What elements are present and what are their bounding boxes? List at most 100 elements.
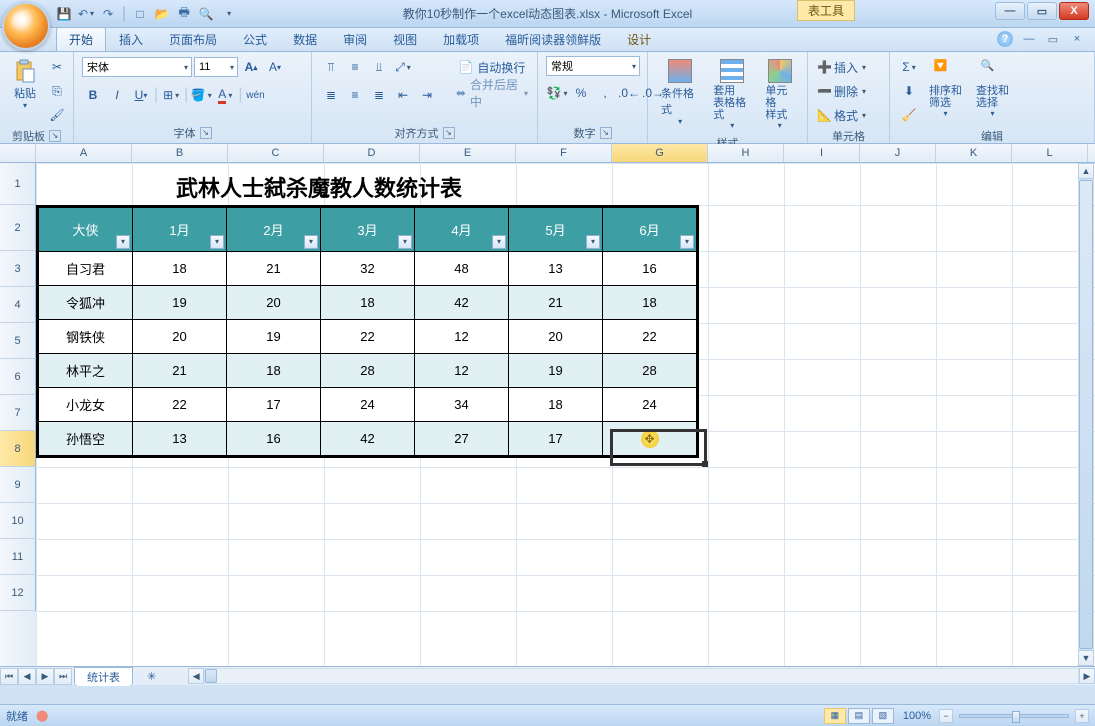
col-header-B[interactable]: B: [132, 144, 228, 162]
zoom-level[interactable]: 100%: [903, 710, 931, 722]
underline-icon[interactable]: U▾: [130, 84, 152, 106]
col-header-E[interactable]: E: [420, 144, 516, 162]
filter-icon[interactable]: ▾: [210, 235, 224, 249]
tab-页面布局[interactable]: 页面布局: [156, 27, 230, 51]
table-header[interactable]: 2月▾: [227, 208, 321, 252]
tab-加载项[interactable]: 加载项: [430, 27, 492, 51]
align-left-icon[interactable]: ≣: [320, 84, 342, 106]
zoom-slider[interactable]: [959, 714, 1069, 718]
table-header[interactable]: 大侠▾: [39, 208, 133, 252]
table-cell[interactable]: 18: [509, 388, 603, 422]
qat-preview-icon[interactable]: 🔍: [198, 6, 214, 22]
table-cell[interactable]: 18: [603, 286, 697, 320]
table-cell[interactable]: 17: [227, 388, 321, 422]
row-header-12[interactable]: 12: [0, 575, 36, 611]
format-cells-button[interactable]: 📐 格式: [816, 104, 867, 126]
delete-cells-button[interactable]: ➖ 删除: [816, 80, 867, 102]
zoom-knob[interactable]: [1012, 711, 1020, 723]
insert-cells-button[interactable]: ➕ 插入: [816, 56, 867, 78]
doc-restore-icon[interactable]: ▭: [1045, 31, 1061, 47]
conditional-format-button[interactable]: 条件格式▾: [656, 56, 704, 129]
hscroll-thumb[interactable]: [205, 669, 217, 683]
align-middle-icon[interactable]: ≡: [344, 56, 366, 78]
filter-icon[interactable]: ▾: [398, 235, 412, 249]
number-format-combo[interactable]: 常规: [546, 56, 640, 76]
font-color-icon[interactable]: A: [214, 84, 236, 106]
view-normal-icon[interactable]: ▦: [824, 708, 846, 724]
office-button[interactable]: [2, 2, 50, 50]
table-cell[interactable]: 28: [321, 354, 415, 388]
vscroll-down-icon[interactable]: ▼: [1078, 650, 1094, 666]
table-cell[interactable]: 令狐冲: [39, 286, 133, 320]
col-header-H[interactable]: H: [708, 144, 784, 162]
copy-icon[interactable]: ⎘: [46, 80, 68, 102]
indent-inc-icon[interactable]: ⇥: [416, 84, 438, 106]
table-header[interactable]: 3月▾: [321, 208, 415, 252]
col-header-K[interactable]: K: [936, 144, 1012, 162]
clipboard-dialog-icon[interactable]: ↘: [49, 130, 61, 142]
borders-icon[interactable]: ⊞: [160, 84, 182, 106]
sheet-nav-next-icon[interactable]: ▶: [36, 668, 54, 685]
orientation-icon[interactable]: ⤢: [392, 56, 414, 78]
filter-icon[interactable]: ▾: [492, 235, 506, 249]
table-cell[interactable]: 42: [415, 286, 509, 320]
italic-icon[interactable]: I: [106, 84, 128, 106]
table-header[interactable]: 6月▾: [603, 208, 697, 252]
tab-插入[interactable]: 插入: [106, 27, 156, 51]
table-cell[interactable]: 42: [321, 422, 415, 456]
table-cell[interactable]: 48: [415, 252, 509, 286]
format-as-table-button[interactable]: 套用 表格格式▾: [708, 56, 756, 133]
col-header-J[interactable]: J: [860, 144, 936, 162]
row-header-11[interactable]: 11: [0, 539, 36, 575]
vscroll-thumb[interactable]: [1079, 180, 1093, 649]
sheet-tab[interactable]: 统计表: [74, 667, 133, 686]
align-bottom-icon[interactable]: ⫫: [368, 56, 390, 78]
align-dialog-icon[interactable]: ↘: [443, 127, 455, 139]
window-close-button[interactable]: X: [1059, 2, 1089, 20]
table-cell[interactable]: 20: [509, 320, 603, 354]
accounting-icon[interactable]: 💱: [546, 82, 568, 104]
cut-icon[interactable]: ✂: [46, 56, 68, 78]
table-cell[interactable]: 34: [415, 388, 509, 422]
doc-minimize-icon[interactable]: —: [1021, 31, 1037, 47]
row-header-2[interactable]: 2: [0, 205, 36, 251]
help-icon[interactable]: ?: [997, 31, 1013, 47]
col-header-I[interactable]: I: [784, 144, 860, 162]
row-header-4[interactable]: 4: [0, 287, 36, 323]
comma-icon[interactable]: ,: [594, 82, 616, 104]
sheet-nav-first-icon[interactable]: ⏮: [0, 668, 18, 685]
paste-button[interactable]: 粘贴▾: [8, 56, 42, 113]
table-cell[interactable]: 32: [321, 252, 415, 286]
align-top-icon[interactable]: ⫪: [320, 56, 342, 78]
number-dialog-icon[interactable]: ↘: [600, 127, 612, 139]
grow-font-icon[interactable]: A▴: [240, 56, 262, 78]
filter-icon[interactable]: ▾: [680, 235, 694, 249]
table-cell[interactable]: 16: [603, 252, 697, 286]
clear-icon[interactable]: 🧹: [898, 104, 920, 126]
hscroll-left-icon[interactable]: ◀: [188, 668, 204, 684]
window-minimize-button[interactable]: —: [995, 2, 1025, 20]
qat-customize-icon[interactable]: [220, 6, 236, 22]
tab-开始[interactable]: 开始: [56, 27, 106, 51]
col-header-C[interactable]: C: [228, 144, 324, 162]
table-cell[interactable]: 18: [133, 252, 227, 286]
tab-福昕阅读器领鲜版[interactable]: 福昕阅读器领鲜版: [492, 27, 614, 51]
table-cell[interactable]: 孙悟空: [39, 422, 133, 456]
filter-icon[interactable]: ▾: [116, 235, 130, 249]
horizontal-scrollbar[interactable]: ◀ ▶: [188, 668, 1095, 685]
table-cell[interactable]: 林平之: [39, 354, 133, 388]
view-layout-icon[interactable]: ▤: [848, 708, 870, 724]
table-cell[interactable]: 16: [227, 422, 321, 456]
zoom-in-icon[interactable]: +: [1075, 709, 1089, 723]
indent-dec-icon[interactable]: ⇤: [392, 84, 414, 106]
tab-审阅[interactable]: 审阅: [330, 27, 380, 51]
table-cell[interactable]: 17: [509, 422, 603, 456]
row-header-1[interactable]: 1: [0, 163, 36, 205]
table-cell[interactable]: 20: [227, 286, 321, 320]
table-cell[interactable]: 19: [509, 354, 603, 388]
table-cell[interactable]: ✥: [603, 422, 697, 456]
row-header-7[interactable]: 7: [0, 395, 36, 431]
qat-open-icon[interactable]: 📂: [154, 6, 170, 22]
table-cell[interactable]: 20: [133, 320, 227, 354]
table-cell[interactable]: 27: [415, 422, 509, 456]
